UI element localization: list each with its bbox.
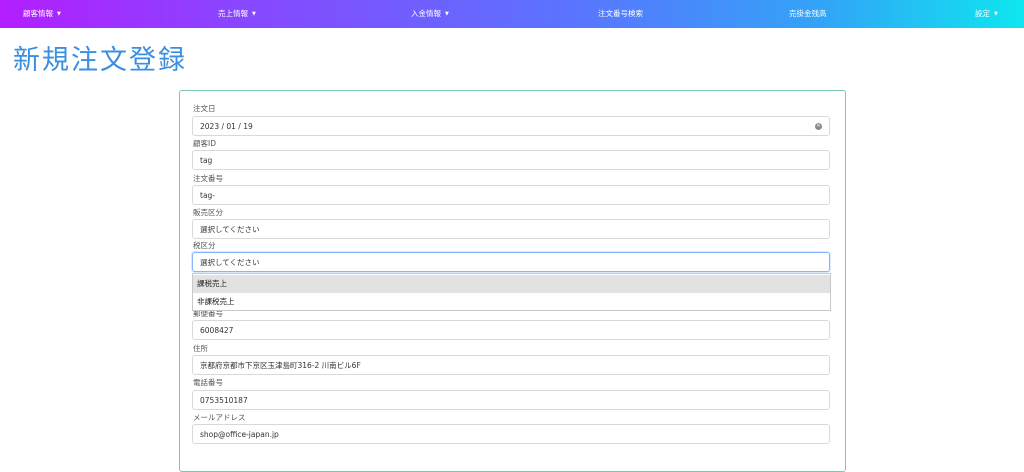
order-date-label: 注文日: [193, 104, 216, 113]
tax-type-dropdown-list: 課税売上 非課税売上: [192, 273, 831, 311]
phone-value: 0753510187: [200, 396, 248, 405]
sales-type-select[interactable]: 選択してください: [192, 219, 830, 239]
tax-type-value: 選択してください: [200, 258, 260, 267]
order-number-field[interactable]: tag-: [192, 185, 830, 205]
nav-payment-label: 入金情報: [411, 9, 441, 18]
order-number-label: 注文番号: [193, 174, 223, 183]
customer-id-field[interactable]: tag: [192, 150, 830, 170]
nav-order-search-link[interactable]: 注文番号検索: [598, 0, 643, 28]
address-value: 京都府京都市下京区玉津島町316-2 川南ビル6F: [200, 361, 361, 370]
postal-code-field[interactable]: 6008427: [192, 320, 830, 340]
phone-field[interactable]: 0753510187: [192, 390, 830, 410]
order-date-field[interactable]: 2023 / 01 / 19 ✕: [192, 116, 830, 136]
nav-customer-label: 顧客情報: [23, 9, 53, 18]
tax-type-label: 税区分: [193, 241, 216, 250]
phone-label: 電話番号: [193, 378, 223, 387]
nav-receivable-link[interactable]: 売掛金残高: [789, 0, 827, 28]
top-navbar: 顧客情報 ▼ 売上情報 ▼ 入金情報 ▼ 注文番号検索 売掛金残高 設定 ▼: [0, 0, 1024, 28]
order-number-value: tag-: [200, 191, 216, 200]
tax-type-select[interactable]: 選択してください: [192, 252, 830, 272]
nav-sales-label: 売上情報: [218, 9, 248, 18]
email-label: メールアドレス: [193, 413, 246, 422]
email-value: shop@office-japan.jp: [200, 430, 279, 439]
sales-type-label: 販売区分: [193, 208, 223, 217]
clear-icon[interactable]: ✕: [815, 123, 822, 130]
page-title: 新規注文登録: [13, 45, 187, 76]
nav-customer-dropdown[interactable]: 顧客情報 ▼: [23, 0, 61, 28]
nav-receivable-label: 売掛金残高: [789, 9, 827, 18]
caret-down-icon: ▼: [445, 11, 449, 17]
order-date-value: 2023 / 01 / 19: [200, 122, 253, 131]
postal-code-value: 6008427: [200, 326, 234, 335]
sales-type-value: 選択してください: [200, 225, 260, 234]
tax-option-taxable[interactable]: 課税売上: [193, 275, 830, 293]
caret-down-icon: ▼: [252, 11, 256, 17]
caret-down-icon: ▼: [994, 11, 998, 17]
customer-id-value: tag: [200, 156, 213, 165]
nav-payment-dropdown[interactable]: 入金情報 ▼: [411, 0, 449, 28]
nav-settings-label: 設定: [975, 9, 990, 18]
nav-order-search-label: 注文番号検索: [598, 9, 643, 18]
caret-down-icon: ▼: [57, 11, 61, 17]
email-field[interactable]: shop@office-japan.jp: [192, 424, 830, 444]
nav-settings-dropdown[interactable]: 設定 ▼: [975, 0, 998, 28]
customer-id-label: 顧客ID: [193, 139, 216, 148]
address-label: 住所: [193, 344, 208, 353]
address-field[interactable]: 京都府京都市下京区玉津島町316-2 川南ビル6F: [192, 355, 830, 375]
nav-sales-dropdown[interactable]: 売上情報 ▼: [218, 0, 256, 28]
tax-option-non-taxable[interactable]: 非課税売上: [193, 293, 830, 311]
